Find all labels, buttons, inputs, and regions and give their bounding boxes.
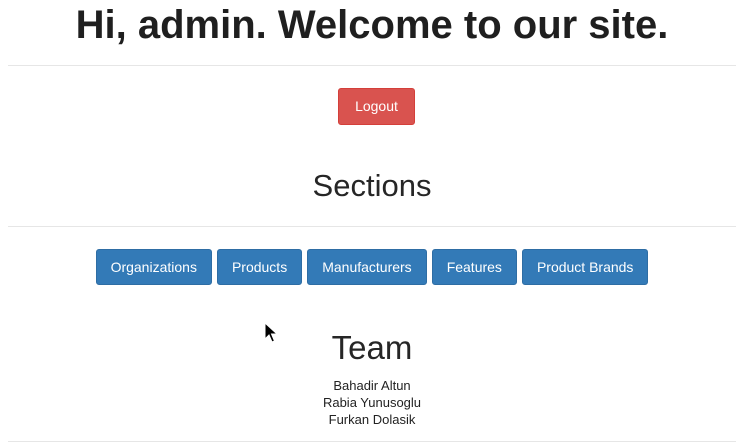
products-button[interactable]: Products [216,249,303,285]
logout-button[interactable]: Logout [338,88,415,125]
divider [8,441,736,442]
greeting-suffix: . Welcome to our site. [255,3,669,47]
username: admin [137,3,256,47]
team-member: Furkan Dolasik [328,412,416,427]
divider [8,65,736,66]
team-member: Rabia Yunusoglu [322,395,422,410]
divider [8,226,736,227]
team-list: Bahadir Altun Rabia Yunusoglu Furkan Dol… [0,377,744,428]
features-button[interactable]: Features [431,249,517,285]
product-brands-button[interactable]: Product Brands [521,249,649,285]
sections-nav: Organizations Products Manufacturers Fea… [0,249,744,285]
greeting-prefix: Hi, [75,3,138,47]
page: Hi, admin. Welcome to our site. Logout S… [0,0,744,443]
organizations-button[interactable]: Organizations [95,249,212,285]
manufacturers-button[interactable]: Manufacturers [307,249,427,285]
sections-heading: Sections [312,168,432,203]
welcome-heading: Hi, admin. Welcome to our site. [0,0,744,50]
team-member: Bahadir Altun [333,378,411,393]
team-heading: Team [331,329,413,366]
